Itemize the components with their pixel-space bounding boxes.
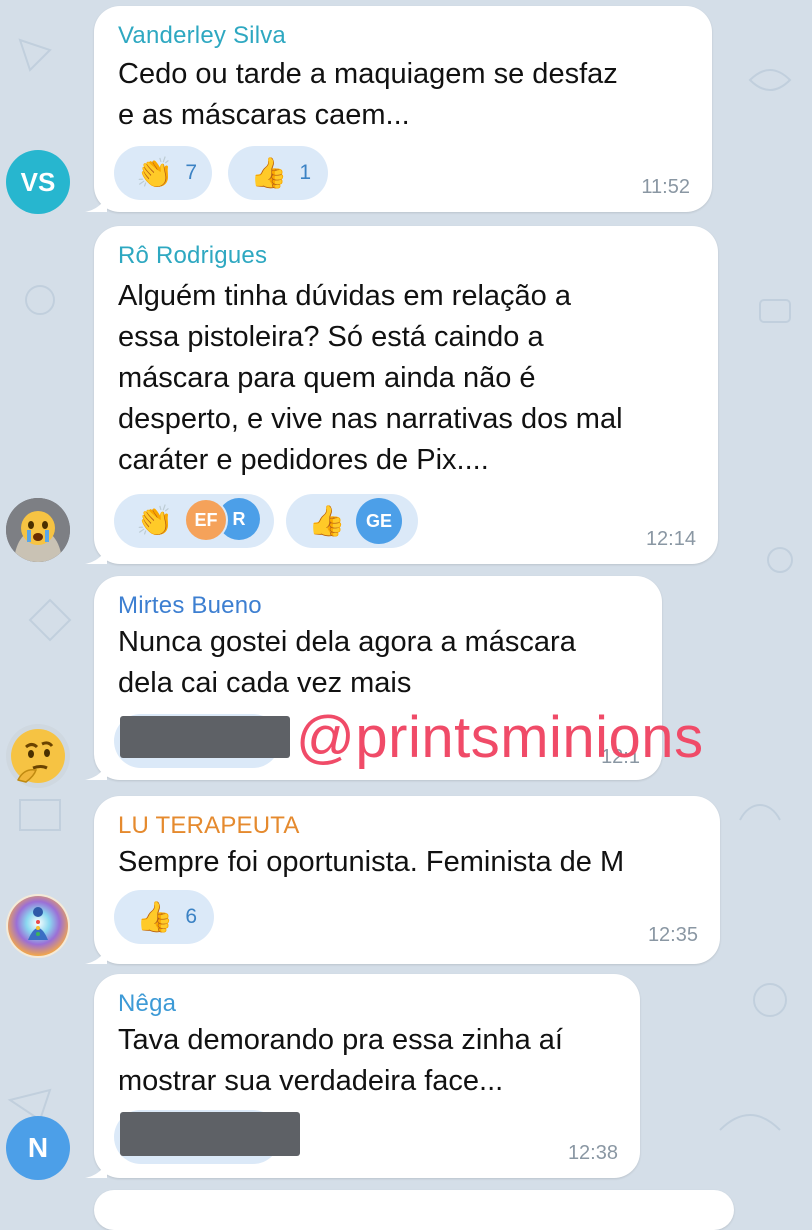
bubble-tail xyxy=(85,1158,107,1178)
reactor-avatar: GE xyxy=(356,498,402,544)
reaction-count: 6 xyxy=(185,905,198,928)
avatar-image[interactable] xyxy=(6,894,70,958)
sender-name[interactable]: Mirtes Bueno xyxy=(118,592,262,620)
reaction-thumbs-up[interactable]: 👍 1 xyxy=(228,146,328,200)
bubble-tail xyxy=(85,544,107,564)
chakra-figure-icon xyxy=(8,896,68,956)
watermark-text: @printsminions xyxy=(296,705,704,770)
crying-face-icon xyxy=(6,498,70,562)
message-time: 12:35 xyxy=(647,924,698,946)
message-bubble-partial[interactable] xyxy=(94,1190,734,1230)
message-text: Alguém tinha dúvidas em relação a essa p… xyxy=(118,280,623,476)
thumbs-up-emoji-icon: 👍 xyxy=(250,155,288,191)
sender-name[interactable]: LU TERAPEUTA xyxy=(118,812,300,840)
message-bubble[interactable]: LU TERAPEUTA Sempre foi oportunista. Fem… xyxy=(85,796,720,964)
reactor-avatar: EF xyxy=(184,498,228,542)
bubble-tail xyxy=(85,760,107,780)
avatar[interactable]: N xyxy=(6,1116,70,1180)
clap-emoji-icon: 👏 xyxy=(136,155,174,191)
message-text: Tava demorando pra essa zinha aí mostrar… xyxy=(118,1024,563,1097)
reaction-thumbs-up[interactable]: 👍 6 xyxy=(114,890,214,944)
reaction-clap[interactable]: 👏 7 xyxy=(114,146,212,200)
message-text: Cedo ou tarde a maquiagem se desfaz e as… xyxy=(118,58,618,131)
thumbs-up-emoji-icon: 👍 xyxy=(136,899,174,935)
sender-name[interactable]: Rô Rodrigues xyxy=(118,242,267,270)
thinking-face-icon xyxy=(11,729,65,783)
reaction-clap[interactable]: 👏 R EF xyxy=(114,494,274,548)
avatar-initials: N xyxy=(27,1132,49,1163)
reaction-count: 1 xyxy=(299,161,312,184)
sender-name[interactable]: Vanderley Silva xyxy=(118,22,286,50)
bubble-tail xyxy=(85,944,107,964)
reaction-thumbs-up[interactable]: 👍 GE xyxy=(286,494,418,548)
redaction-box xyxy=(120,1112,300,1156)
sender-name[interactable]: Nêga xyxy=(118,990,176,1018)
message-time: 11:52 xyxy=(641,176,690,198)
redaction-box xyxy=(120,716,290,758)
message-text: Sempre foi oportunista. Feminista de M xyxy=(118,846,625,878)
avatar[interactable]: VS xyxy=(6,150,70,214)
message-bubble[interactable]: Vanderley Silva Cedo ou tarde a maquiage… xyxy=(85,6,712,212)
thumbs-up-emoji-icon: 👍 xyxy=(308,503,346,539)
reaction-count: 7 xyxy=(185,161,198,184)
message-text: Nunca gostei dela agora a máscara dela c… xyxy=(118,626,576,699)
avatar-photo[interactable] xyxy=(6,498,70,562)
bubble-tail xyxy=(85,192,107,212)
message-time: 12:38 xyxy=(567,1142,618,1164)
message-time: 12:14 xyxy=(645,528,696,550)
message-bubble[interactable]: Rô Rodrigues Alguém tinha dúvidas em rel… xyxy=(85,226,718,564)
avatar[interactable] xyxy=(6,724,70,788)
avatar-initials: VS xyxy=(20,166,56,197)
clap-emoji-icon: 👏 xyxy=(136,503,174,539)
